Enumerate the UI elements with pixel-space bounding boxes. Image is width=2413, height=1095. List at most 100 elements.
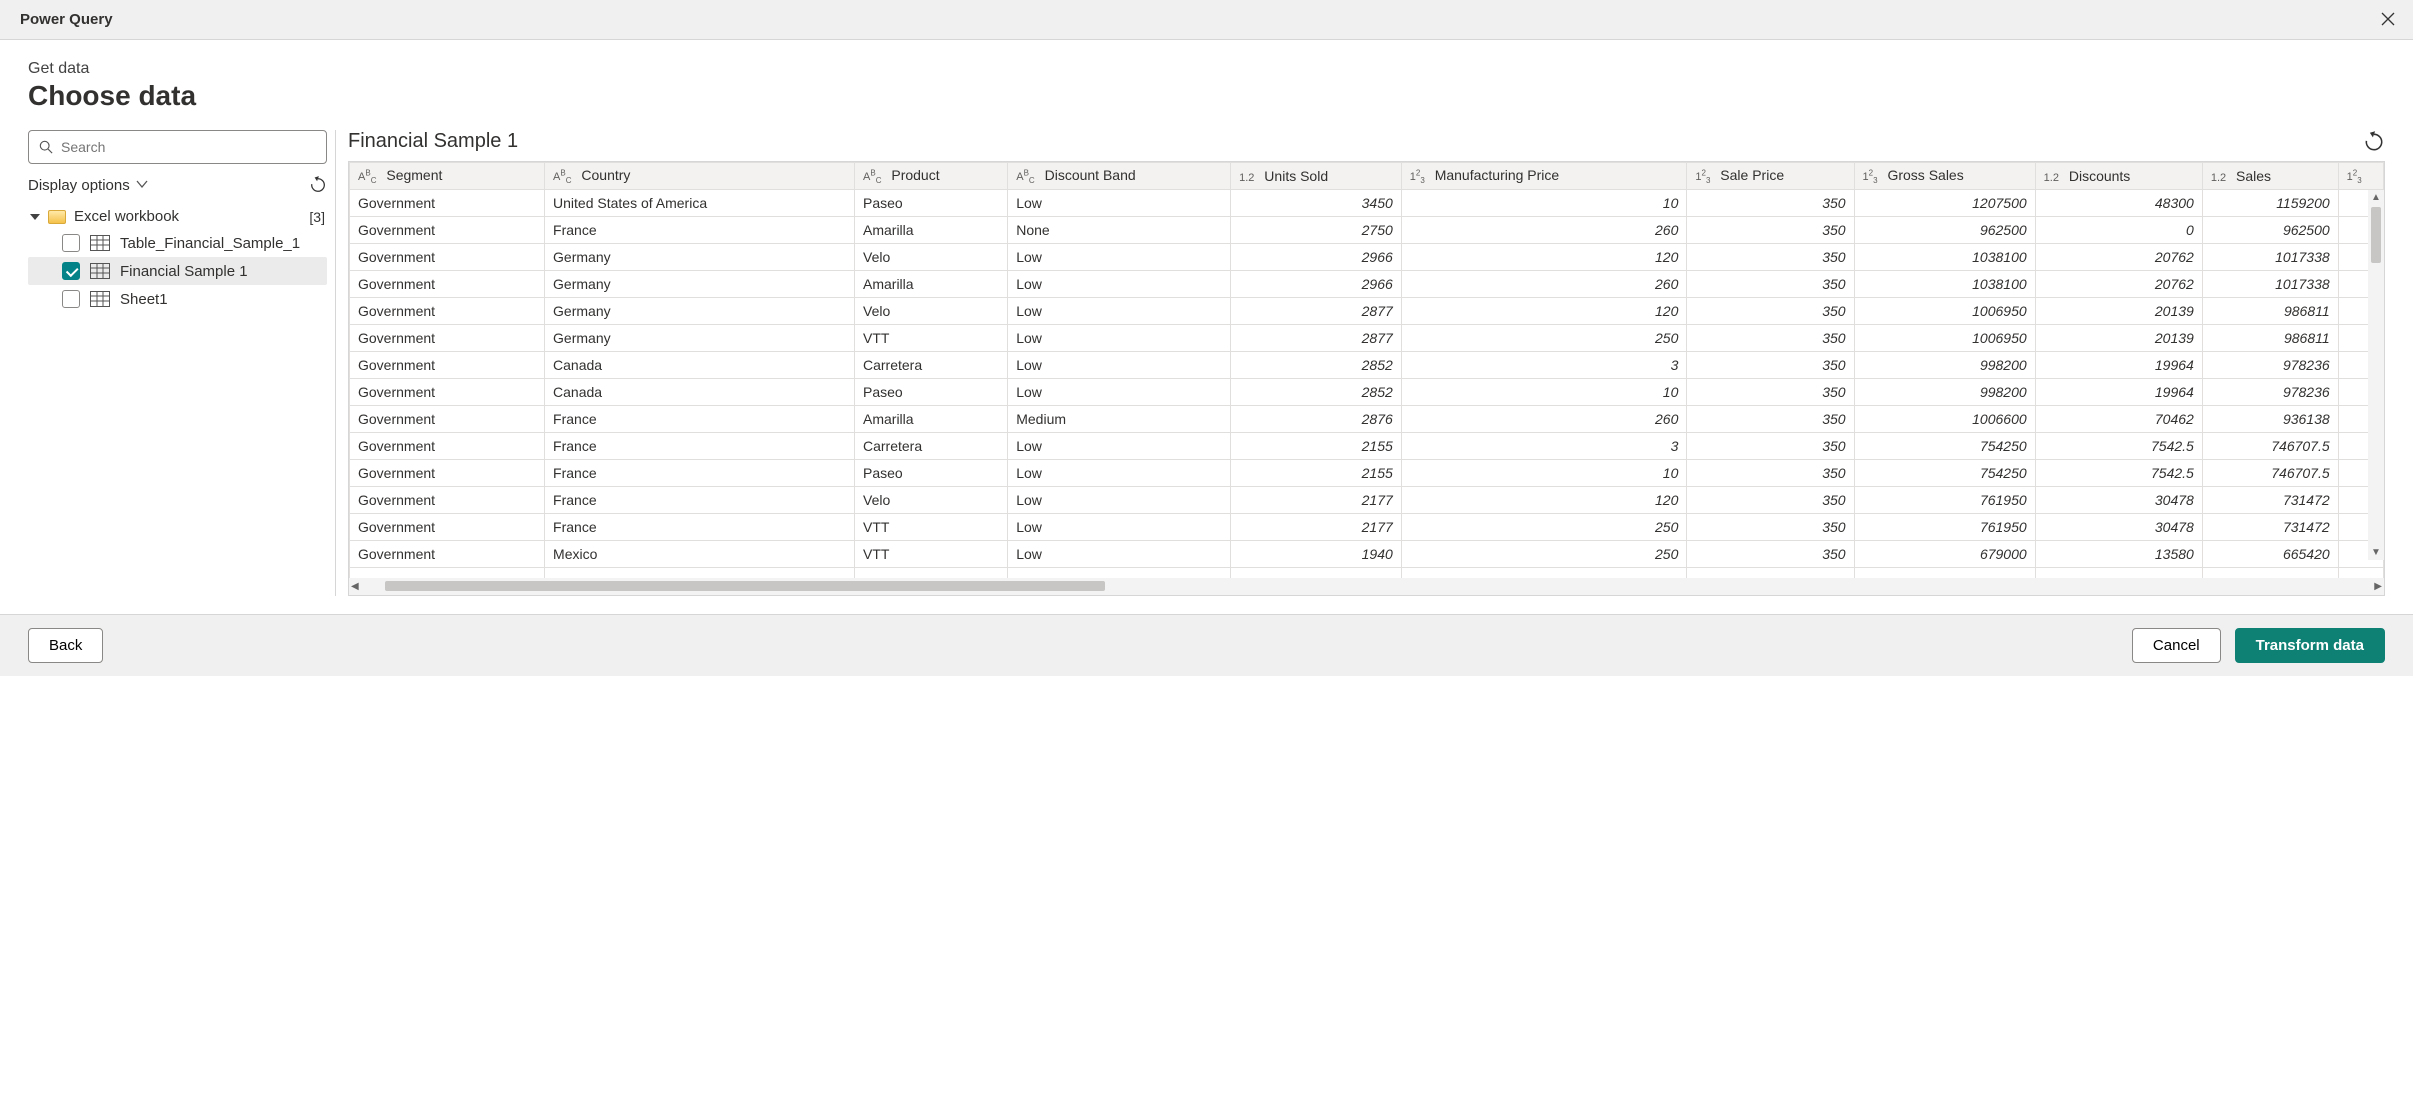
table-cell[interactable]: 19964 — [2035, 352, 2202, 379]
table-cell[interactable]: 20139 — [2035, 325, 2202, 352]
table-cell[interactable]: 350 — [1687, 352, 1854, 379]
table-cell[interactable]: Low — [1008, 460, 1231, 487]
table-row[interactable]: GovernmentFranceAmarillaNone275026035096… — [350, 217, 2384, 244]
table-cell[interactable]: 350 — [1687, 487, 1854, 514]
table-cell[interactable]: 754250 — [1854, 433, 2035, 460]
table-row[interactable]: GovernmentGermanyVeloLow2877120350100695… — [350, 298, 2384, 325]
table-cell[interactable]: 350 — [1687, 460, 1854, 487]
column-header[interactable]: 123 Sale Price — [1687, 163, 1854, 190]
table-cell[interactable]: 20762 — [2035, 271, 2202, 298]
table-cell[interactable]: 260 — [1401, 217, 1687, 244]
table-row[interactable]: GovernmentCanadaPaseoLow2852103509982001… — [350, 379, 2384, 406]
scroll-thumb-vertical[interactable] — [2371, 207, 2381, 263]
table-cell[interactable]: 30478 — [2035, 487, 2202, 514]
table-cell[interactable]: 2750 — [1231, 217, 1402, 244]
table-cell[interactable]: 2852 — [1231, 379, 1402, 406]
column-header[interactable]: ABC Country — [545, 163, 855, 190]
table-cell[interactable]: Government — [350, 406, 545, 433]
table-cell[interactable]: Government — [350, 433, 545, 460]
table-cell[interactable]: 20139 — [2035, 298, 2202, 325]
table-row[interactable]: GovernmentFrancePaseoLow2155103507542507… — [350, 460, 2384, 487]
table-cell[interactable]: Germany — [545, 325, 855, 352]
table-cell[interactable]: Velo — [855, 487, 1008, 514]
table-cell[interactable]: 1006600 — [1854, 406, 2035, 433]
table-cell[interactable]: 350 — [1687, 271, 1854, 298]
table-cell[interactable]: Germany — [545, 298, 855, 325]
table-cell[interactable]: 761950 — [1854, 514, 2035, 541]
table-cell[interactable]: 250 — [1401, 541, 1687, 568]
table-cell[interactable]: 350 — [1687, 406, 1854, 433]
table-cell[interactable]: Government — [350, 352, 545, 379]
table-cell[interactable]: 1038100 — [1854, 244, 2035, 271]
refresh-icon[interactable] — [309, 176, 327, 194]
table-cell[interactable]: 1038100 — [1854, 271, 2035, 298]
table-cell[interactable]: 962500 — [2202, 217, 2338, 244]
table-cell[interactable]: Canada — [545, 352, 855, 379]
table-row[interactable]: GovernmentCanadaCarreteraLow285233509982… — [350, 352, 2384, 379]
table-cell[interactable]: France — [545, 433, 855, 460]
scroll-thumb-horizontal[interactable] — [385, 581, 1105, 591]
tree-item[interactable]: Table_Financial_Sample_1 — [28, 229, 327, 257]
table-cell[interactable]: 260 — [1401, 271, 1687, 298]
table-cell[interactable]: 7542.5 — [2035, 433, 2202, 460]
table-cell[interactable]: Medium — [1008, 406, 1231, 433]
table-cell[interactable]: 260 — [1401, 406, 1687, 433]
table-cell[interactable]: Government — [350, 379, 545, 406]
table-cell[interactable]: 350 — [1687, 514, 1854, 541]
table-cell[interactable]: 665420 — [2202, 541, 2338, 568]
table-cell[interactable]: 978236 — [2202, 352, 2338, 379]
tree-item[interactable]: Financial Sample 1 — [28, 257, 327, 285]
table-cell[interactable]: Low — [1008, 433, 1231, 460]
cancel-button[interactable]: Cancel — [2132, 628, 2221, 663]
table-cell[interactable]: Low — [1008, 271, 1231, 298]
table-cell[interactable]: 7542.5 — [2035, 460, 2202, 487]
table-cell[interactable]: Amarilla — [855, 217, 1008, 244]
column-header[interactable]: 123 Gross Sales — [1854, 163, 2035, 190]
table-cell[interactable]: 1159200 — [2202, 190, 2338, 217]
table-cell[interactable]: 10 — [1401, 460, 1687, 487]
scroll-right-icon[interactable]: ▶ — [2374, 581, 2382, 592]
table-cell[interactable]: Government — [350, 190, 545, 217]
data-table[interactable]: ABC SegmentABC CountryABC ProductABC Dis… — [349, 162, 2384, 578]
table-cell[interactable]: 731472 — [2202, 514, 2338, 541]
table-cell[interactable]: France — [545, 460, 855, 487]
table-cell[interactable]: None — [1008, 217, 1231, 244]
table-cell[interactable]: 986811 — [2202, 325, 2338, 352]
table-cell[interactable]: 0 — [2035, 217, 2202, 244]
table-cell[interactable]: 350 — [1687, 190, 1854, 217]
table-cell[interactable]: VTT — [855, 514, 1008, 541]
table-cell[interactable]: Government — [350, 541, 545, 568]
column-header[interactable]: 1.2 Discounts — [2035, 163, 2202, 190]
table-cell[interactable]: 754250 — [1854, 460, 2035, 487]
table-cell[interactable]: 986811 — [2202, 298, 2338, 325]
scroll-down-icon[interactable]: ▼ — [2369, 545, 2383, 560]
table-cell[interactable]: 2877 — [1231, 325, 1402, 352]
table-cell[interactable]: 2155 — [1231, 460, 1402, 487]
table-cell[interactable]: Germany — [545, 271, 855, 298]
tree-item[interactable]: Sheet1 — [28, 285, 327, 313]
table-cell[interactable]: Amarilla — [855, 271, 1008, 298]
table-cell[interactable]: 746707.5 — [2202, 433, 2338, 460]
table-cell[interactable]: Low — [1008, 379, 1231, 406]
table-cell[interactable]: 2155 — [1231, 433, 1402, 460]
table-row[interactable]: GovernmentGermanyVeloLow2966120350103810… — [350, 244, 2384, 271]
table-cell[interactable]: 761950 — [1854, 487, 2035, 514]
checkbox[interactable] — [62, 234, 80, 252]
table-cell[interactable]: Canada — [545, 379, 855, 406]
table-cell[interactable]: 2876 — [1231, 406, 1402, 433]
table-cell[interactable]: Low — [1008, 190, 1231, 217]
transform-data-button[interactable]: Transform data — [2235, 628, 2385, 663]
table-cell[interactable]: Low — [1008, 325, 1231, 352]
table-cell[interactable]: Paseo — [855, 460, 1008, 487]
table-cell[interactable]: Government — [350, 217, 545, 244]
table-cell[interactable]: 350 — [1687, 298, 1854, 325]
table-cell[interactable]: 962500 — [1854, 217, 2035, 244]
table-cell[interactable]: 1006950 — [1854, 325, 2035, 352]
table-cell[interactable]: 731472 — [2202, 487, 2338, 514]
table-cell[interactable]: 350 — [1687, 244, 1854, 271]
table-row[interactable]: GovernmentFranceVeloLow21771203507619503… — [350, 487, 2384, 514]
table-cell[interactable]: 350 — [1687, 541, 1854, 568]
checkbox[interactable] — [62, 290, 80, 308]
table-cell[interactable]: VTT — [855, 541, 1008, 568]
table-row[interactable]: GovernmentGermanyAmarillaLow296626035010… — [350, 271, 2384, 298]
